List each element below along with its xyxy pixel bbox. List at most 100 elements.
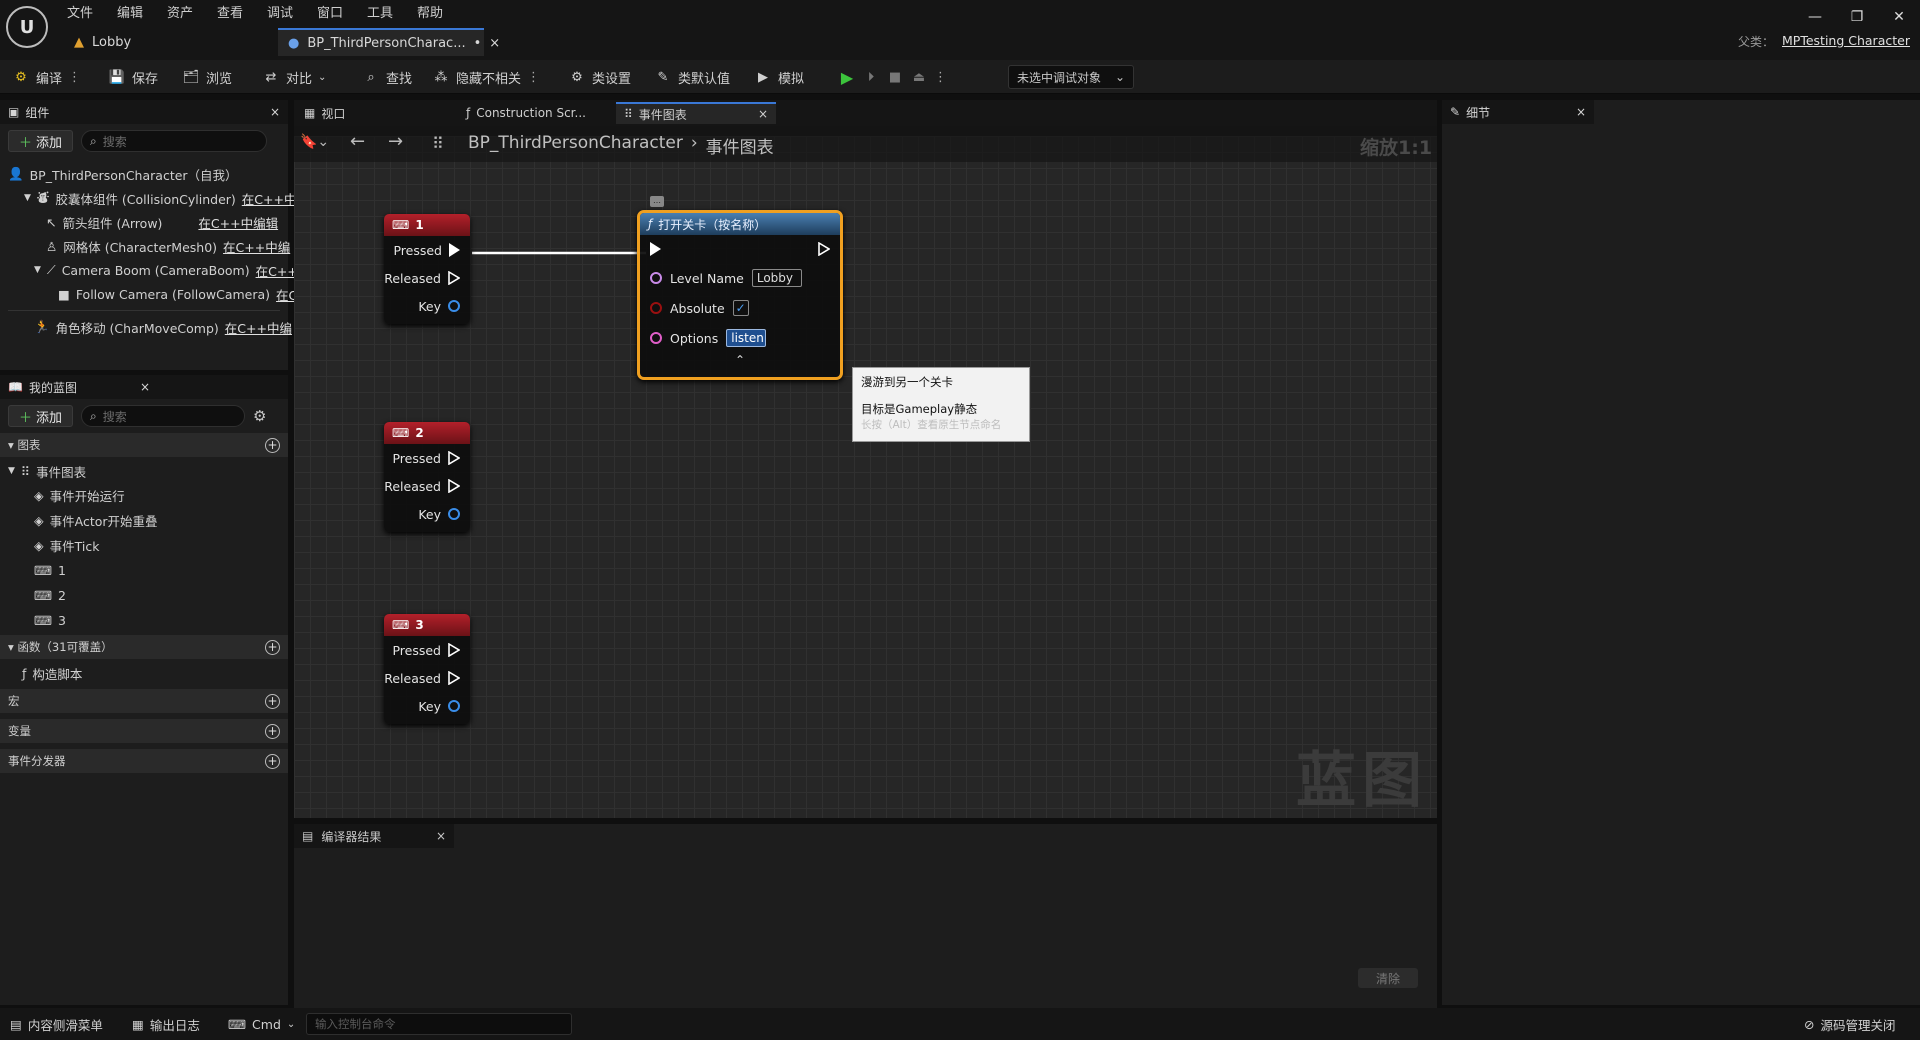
close-icon[interactable]: × <box>270 105 280 119</box>
add-graph-icon[interactable]: + <box>265 437 280 453</box>
parent-class-link[interactable]: MPTesting Character <box>1782 33 1910 48</box>
eject-icon[interactable]: ⏏ <box>910 68 928 86</box>
find-button[interactable]: ⌕ 查找 <box>362 65 412 89</box>
bookmark-icon[interactable]: 🔖⌄ <box>300 134 329 150</box>
released-pin[interactable]: Released <box>384 264 470 292</box>
close-icon[interactable]: × <box>1576 105 1586 119</box>
hide-unrelated-button[interactable]: ⁂ 隐藏不相关 ⋮ <box>432 65 541 89</box>
edit-in-cpp-link[interactable]: 在C++ <box>256 261 298 280</box>
key-pin-icon[interactable] <box>448 300 460 312</box>
stop-icon[interactable]: ■ <box>886 68 904 86</box>
component-item[interactable]: ■ Follow Camera (FollowCamera) 在C <box>8 282 297 306</box>
tab-bp-third-person[interactable]: ● BP_ThirdPersonCharac... • × <box>278 28 500 56</box>
key-event-node[interactable]: ⌨ 1 Pressed Released Key <box>384 214 470 324</box>
exec-out-pin-icon[interactable] <box>818 242 830 256</box>
component-item[interactable]: 🏃 角色移动 (CharMoveComp) 在C++中编 <box>8 315 292 339</box>
menu-help[interactable]: 帮助 <box>417 2 443 22</box>
blueprint-search-input[interactable]: ⌕ 搜索 <box>81 405 246 427</box>
compile-button[interactable]: ⚙ 编译 ⋮ <box>12 65 81 89</box>
close-window-icon[interactable]: ✕ <box>1884 6 1914 28</box>
tab-event-graph[interactable]: ⠿ 事件图表 × <box>616 102 776 124</box>
exec-pin-icon[interactable] <box>449 243 460 257</box>
key-pin[interactable]: Key <box>384 292 470 320</box>
pressed-pin[interactable]: Pressed <box>384 236 470 264</box>
edit-in-cpp-link[interactable]: 在C++中编辑 <box>198 213 278 232</box>
pressed-pin[interactable]: Pressed <box>384 636 470 664</box>
macros-category[interactable]: 宏 + <box>0 689 288 713</box>
released-pin[interactable]: Released <box>384 664 470 692</box>
add-dispatcher-icon[interactable]: + <box>265 753 280 769</box>
components-search-input[interactable]: ⌕ 搜索 <box>81 130 268 152</box>
variables-category[interactable]: 变量 + <box>0 719 288 743</box>
menu-file[interactable]: 文件 <box>67 2 93 22</box>
level-name-input[interactable]: Lobby <box>751 269 802 287</box>
content-drawer-button[interactable]: ▤ 内容侧滑菜单 <box>10 1013 103 1035</box>
menu-asset[interactable]: 资产 <box>167 2 193 22</box>
exec-pin-icon[interactable] <box>448 271 460 285</box>
gear-icon[interactable]: ⚙ <box>253 407 266 425</box>
save-button[interactable]: 💾 保存 <box>108 65 158 89</box>
comment-bubble-icon[interactable]: … <box>650 196 664 207</box>
released-pin[interactable]: Released <box>384 472 470 500</box>
add-macro-icon[interactable]: + <box>265 693 280 709</box>
component-item[interactable]: ▼ ⟋ Camera Boom (CameraBoom) 在C++ <box>8 258 298 282</box>
open-level-node[interactable]: ƒ 打开关卡（按名称） Level Name Lobby Absolute ✓ … <box>637 210 843 380</box>
unreal-logo-icon[interactable]: U <box>6 6 48 48</box>
menu-window[interactable]: 窗口 <box>317 2 343 22</box>
options-input[interactable]: listen <box>726 329 767 347</box>
string-pin-icon[interactable] <box>650 332 662 344</box>
restore-icon[interactable]: ❐ <box>1842 6 1872 28</box>
close-icon[interactable]: × <box>436 829 446 843</box>
minimize-icon[interactable]: — <box>1800 6 1830 28</box>
collapse-arrow-icon[interactable]: ⌃ <box>640 353 840 367</box>
component-item[interactable]: ▼ ⛇ 胶囊体组件 (CollisionCylinder) 在C++中 <box>8 186 296 210</box>
event-item[interactable]: ⌨ 2 <box>8 583 280 608</box>
close-icon[interactable]: × <box>140 380 150 394</box>
dispatchers-category[interactable]: 事件分发器 + <box>0 749 288 773</box>
tab-construction-script[interactable]: ƒ Construction Scr... <box>458 102 594 124</box>
close-tab-icon[interactable]: × <box>489 36 500 51</box>
exec-pin-icon[interactable] <box>448 671 460 685</box>
cmd-dropdown[interactable]: ⌨ Cmd ⌄ <box>228 1013 295 1035</box>
add-function-icon[interactable]: + <box>265 639 280 655</box>
key-pin[interactable]: Key <box>384 692 470 720</box>
output-log-button[interactable]: ▦ 输出日志 <box>132 1013 200 1035</box>
exec-pin-icon[interactable] <box>448 643 460 657</box>
exec-pin-icon[interactable] <box>448 451 460 465</box>
key-event-node[interactable]: ⌨ 3 Pressed Released Key <box>384 614 470 724</box>
edit-in-cpp-link[interactable]: 在C++中编 <box>225 318 292 337</box>
menu-edit[interactable]: 编辑 <box>117 2 143 22</box>
edit-in-cpp-link[interactable]: 在C++中编 <box>223 237 290 256</box>
play-icon[interactable]: ▶ <box>838 68 856 87</box>
tab-lobby[interactable]: ▲ Lobby <box>64 28 274 56</box>
component-item[interactable]: ♙ 网格体 (CharacterMesh0) 在C++中编 <box>8 234 290 258</box>
menu-view[interactable]: 查看 <box>217 2 243 22</box>
hide-options-icon[interactable]: ⋮ <box>527 70 540 85</box>
add-variable-icon[interactable]: + <box>265 723 280 739</box>
compile-options-icon[interactable]: ⋮ <box>68 70 81 85</box>
menu-tools[interactable]: 工具 <box>367 2 393 22</box>
forward-arrow-icon[interactable]: → <box>388 131 403 152</box>
key-event-node[interactable]: ⌨ 2 Pressed Released Key <box>384 422 470 532</box>
compiler-results-tab[interactable]: ▤ 编译器结果 × <box>294 824 454 848</box>
graphs-category[interactable]: ▾ 图表 + <box>0 433 288 457</box>
event-item[interactable]: ◈ 事件开始运行 <box>8 483 280 508</box>
add-member-button[interactable]: ＋ 添加 <box>8 405 74 427</box>
key-pin-icon[interactable] <box>448 700 460 712</box>
bool-pin-icon[interactable] <box>650 302 662 314</box>
class-settings-button[interactable]: ⚙ 类设置 <box>568 65 631 89</box>
component-root[interactable]: 👤 BP_ThirdPersonCharacter（自我） <box>8 162 280 186</box>
construction-script-item[interactable]: ƒ 构造脚本 <box>8 661 280 685</box>
functions-category[interactable]: ▾ 函数（31可覆盖） + <box>0 635 288 659</box>
event-item[interactable]: ⌨ 3 <box>8 608 280 633</box>
name-pin-icon[interactable] <box>650 272 662 284</box>
edit-in-cpp-link[interactable]: 在C++中 <box>242 189 297 208</box>
absolute-checkbox[interactable]: ✓ <box>732 300 749 316</box>
breadcrumb-graph[interactable]: 事件图表 <box>706 133 774 158</box>
event-item[interactable]: ◈ 事件Actor开始重叠 <box>8 508 280 533</box>
exec-pin-icon[interactable] <box>448 479 460 493</box>
exec-in-pin-icon[interactable] <box>650 242 661 256</box>
key-pin[interactable]: Key <box>384 500 470 528</box>
event-item[interactable]: ⌨ 1 <box>8 558 280 583</box>
debug-object-dropdown[interactable]: 未选中调试对象 ⌄ <box>1008 65 1134 89</box>
